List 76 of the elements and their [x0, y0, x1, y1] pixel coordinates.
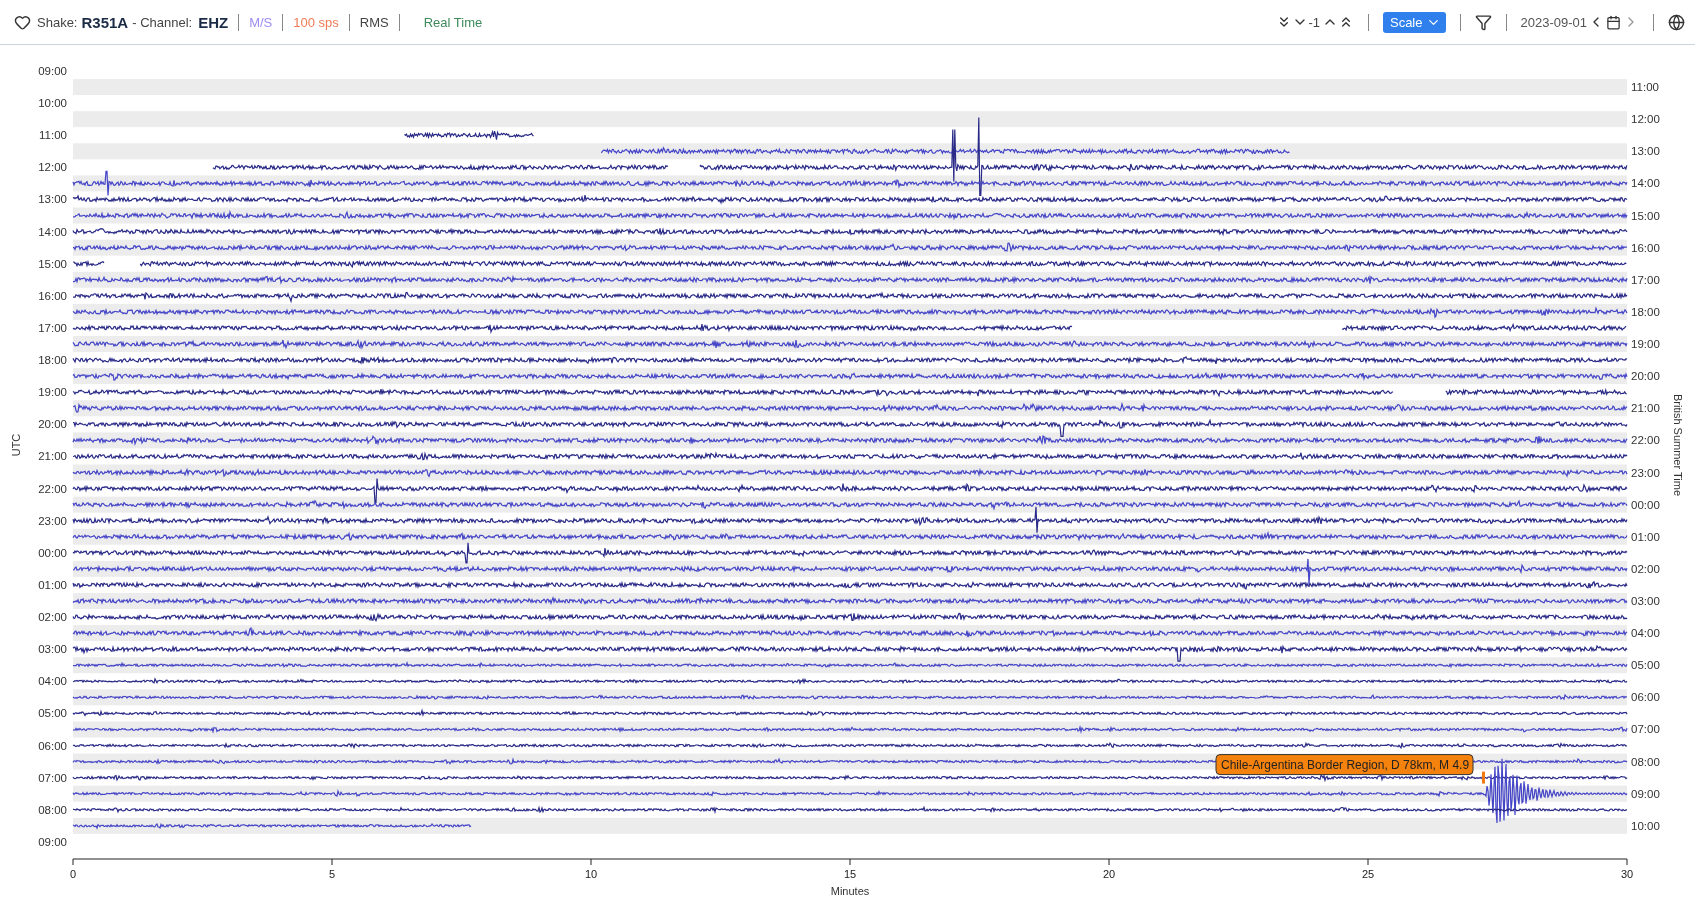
local-hour-label: 21:00 [1631, 402, 1660, 415]
real-time-link[interactable]: Real Time [423, 14, 483, 30]
local-hour-label: 14:00 [1631, 177, 1660, 190]
globe-icon[interactable] [1668, 13, 1685, 31]
channel-label: - Channel: [132, 14, 193, 30]
utc-hour-label: 00:00 [38, 546, 67, 559]
utc-hour-label: 14:00 [38, 225, 67, 238]
local-hour-label: 04:00 [1631, 627, 1660, 640]
utc-hour-label: 18:00 [38, 354, 67, 367]
utc-hour-label: 07:00 [38, 771, 67, 784]
utc-hour-label: 08:00 [38, 803, 67, 816]
local-hour-label: 19:00 [1631, 338, 1660, 350]
utc-hour-label: 03:00 [38, 643, 67, 656]
scale-offset: -1 [1308, 14, 1320, 30]
utc-hour-label: 04:00 [38, 675, 67, 688]
local-hour-label: 10:00 [1631, 819, 1660, 832]
local-hour-label: 23:00 [1631, 466, 1660, 479]
local-hour-label: 05:00 [1631, 659, 1660, 672]
local-hour-label: 15:00 [1631, 209, 1660, 222]
station-code: R351A [81, 13, 129, 31]
minute-tick-label: 30 [1620, 868, 1634, 880]
favorite-heart-icon[interactable] [14, 13, 31, 31]
rms-toggle[interactable]: RMS [359, 14, 389, 30]
minute-tick-label: 25 [1361, 868, 1375, 880]
date-label: 2023-09-01 [1520, 14, 1587, 30]
channel-code: EHZ [198, 13, 229, 31]
local-hour-label: 17:00 [1631, 273, 1660, 286]
scale-dropdown-button[interactable]: Scale [1382, 11, 1446, 33]
local-hour-label: 08:00 [1631, 755, 1660, 768]
utc-hour-label: 09:00 [38, 835, 67, 848]
utc-hour-label: 09:00 [38, 65, 67, 77]
utc-hour-label: 19:00 [38, 386, 67, 399]
utc-hour-label: 05:00 [38, 707, 67, 720]
utc-hour-label: 10:00 [38, 97, 67, 110]
utc-hour-label: 23:00 [38, 514, 67, 527]
local-hour-label: 01:00 [1631, 530, 1660, 543]
local-time-axis-title: British Summer Time [1672, 393, 1684, 497]
local-hour-label: 07:00 [1631, 723, 1660, 736]
local-hour-label: 18:00 [1631, 305, 1660, 318]
utc-hour-label: 11:00 [39, 129, 67, 142]
utc-hour-label: 22:00 [38, 482, 67, 495]
utc-hour-label: 20:00 [38, 418, 67, 431]
sample-rate-toggle[interactable]: 100 sps [293, 14, 339, 30]
earthquake-event-tag[interactable]: Chile-Argentina Border Region, D 78km, M 4.9 [1215, 754, 1474, 776]
utc-hour-label: 15:00 [38, 257, 67, 270]
minute-tick-label: 20 [1102, 868, 1116, 880]
minute-tick-label: 5 [328, 868, 336, 880]
units-toggle[interactable]: M/S [249, 14, 273, 30]
utc-hour-label: 06:00 [38, 739, 67, 752]
station-label: Shake: [37, 14, 78, 30]
local-hour-label: 12:00 [1631, 113, 1660, 126]
minute-tick-label: 10 [584, 868, 598, 880]
filter-icon[interactable] [1474, 13, 1492, 31]
local-hour-label: 22:00 [1631, 434, 1660, 447]
local-hour-label: 13:00 [1631, 145, 1660, 158]
utc-hour-label: 12:00 [38, 161, 67, 174]
utc-hour-label: 21:00 [38, 450, 67, 463]
local-hour-label: 20:00 [1631, 370, 1660, 383]
calendar-icon[interactable] [1606, 14, 1621, 30]
x-axis-title: Minutes [830, 885, 870, 897]
local-hour-label: 06:00 [1631, 691, 1660, 704]
local-hour-label: 02:00 [1631, 562, 1660, 575]
local-hour-label: 03:00 [1631, 595, 1660, 607]
event-marker [1481, 771, 1485, 784]
local-hour-label: 16:00 [1631, 241, 1660, 254]
minute-tick-label: 0 [69, 868, 77, 880]
utc-hour-label: 13:00 [38, 193, 67, 206]
local-hour-label: 09:00 [1631, 787, 1660, 800]
local-hour-label: 11:00 [1631, 81, 1659, 94]
utc-axis-title: UTC [10, 433, 22, 457]
utc-hour-label: 16:00 [38, 289, 67, 302]
local-hour-label: 00:00 [1631, 498, 1660, 511]
utc-hour-label: 17:00 [38, 321, 67, 334]
utc-hour-label: 01:00 [38, 578, 67, 591]
utc-hour-label: 02:00 [38, 611, 67, 624]
minute-tick-label: 15 [843, 868, 857, 880]
